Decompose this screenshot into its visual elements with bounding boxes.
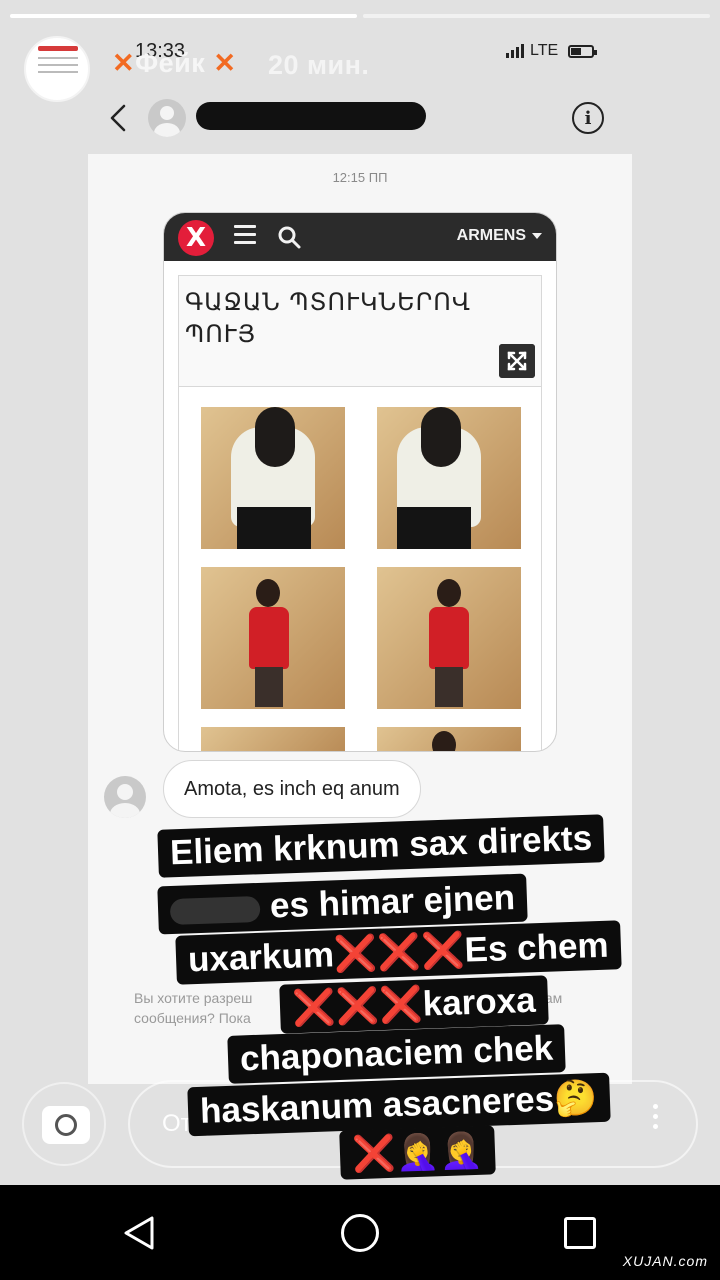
story-time: 20 мин. — [268, 50, 370, 80]
dm-thread: 12:15 ПП X ARMENS ԳԱՋԱՆ ՊՏՈՒԿՆԵՐՈՎ ՊՈՒՅ — [88, 154, 632, 1084]
photo-gallery — [178, 387, 542, 751]
info-icon[interactable]: i — [572, 102, 604, 134]
gallery-photo — [201, 727, 345, 751]
progress-segment — [363, 14, 710, 18]
site-title: ԳԱՋԱՆ ՊՏՈՒԿՆԵՐՈՎ ՊՈՒՅ — [185, 288, 471, 348]
nav-back-icon[interactable] — [122, 1215, 158, 1251]
site-country-select: ARMENS — [457, 227, 542, 245]
story-viewer: 13:33 LTE ✕Фейк ✕ 20 мин. i 12:15 ПП X A… — [0, 0, 720, 1185]
redacted-username — [196, 102, 426, 130]
progress-segment — [10, 14, 357, 18]
avatar-thumbnail — [38, 46, 78, 94]
gallery-photo — [201, 407, 345, 549]
signal-icon — [506, 44, 524, 58]
search-icon — [278, 226, 301, 249]
shared-screenshot[interactable]: X ARMENS ԳԱՋԱՆ ՊՏՈՒԿՆԵՐՈՎ ՊՈՒՅ — [163, 212, 557, 752]
gallery-photo — [377, 727, 521, 751]
captured-status-bar: LTE — [506, 42, 598, 60]
site-logo: X — [178, 220, 214, 256]
message-timestamp: 12:15 ПП — [332, 170, 388, 185]
camera-button[interactable] — [22, 1082, 106, 1166]
story-progress — [10, 14, 710, 18]
battery-icon — [568, 44, 598, 58]
caret-down-icon — [532, 232, 542, 239]
more-options-icon[interactable] — [648, 1104, 662, 1140]
reply-input[interactable] — [128, 1080, 698, 1168]
story-username[interactable]: ✕Фейк ✕ — [112, 48, 236, 79]
hamburger-menu-icon — [234, 225, 256, 247]
gallery-photo — [377, 407, 521, 549]
story-avatar[interactable] — [24, 36, 90, 102]
message-request-text: ть вам — [520, 990, 563, 1006]
back-chevron-icon[interactable] — [104, 100, 132, 136]
android-nav-bar: XUJAN.com — [0, 1185, 720, 1280]
network-label: LTE — [530, 42, 559, 59]
site-navbar: X ARMENS — [164, 213, 556, 261]
site-title-box: ԳԱՋԱՆ ՊՏՈՒԿՆԵՐՈՎ ՊՈՒՅ — [178, 275, 542, 387]
nav-home-icon[interactable] — [341, 1214, 379, 1252]
received-message: Amota, es inch eq anum — [163, 760, 421, 818]
message-request-text: Вы хотите разреш — [134, 990, 253, 1006]
gallery-photo — [377, 567, 521, 709]
expand-icon — [499, 344, 535, 378]
nav-recents-icon[interactable] — [564, 1217, 596, 1249]
gallery-photo — [201, 567, 345, 709]
watermark: XUJAN.com — [622, 1253, 708, 1269]
sender-avatar[interactable] — [104, 776, 146, 818]
message-request-text: сообщения? Пока — [134, 1010, 251, 1026]
dm-contact-avatar[interactable] — [148, 99, 186, 137]
